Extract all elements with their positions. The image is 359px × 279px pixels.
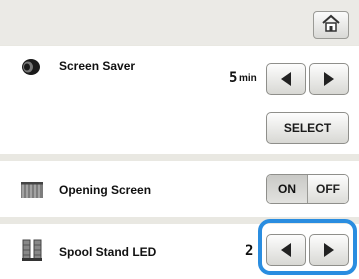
select-button[interactable]: SELECT <box>266 112 349 144</box>
spool-icon <box>22 239 42 266</box>
toggle-off-button[interactable]: OFF <box>308 175 348 203</box>
opening-screen-label: Opening Screen <box>59 183 152 197</box>
screen-saver-value: 5 <box>229 70 238 86</box>
home-icon <box>321 14 341 37</box>
opening-screen-toggle[interactable]: ON OFF <box>266 174 349 204</box>
left-arrow-icon <box>281 72 291 86</box>
settings-screen: Screen Saver 5 min SELECT Opening Screen… <box>0 0 359 279</box>
header-bar <box>0 0 359 45</box>
toggle-on-button[interactable]: ON <box>267 175 308 203</box>
curtain-icon <box>21 182 43 203</box>
eye-icon <box>21 58 41 81</box>
spool-stand-led-label: Spool Stand LED <box>59 245 157 259</box>
opening-screen-panel: Opening Screen ON OFF <box>0 161 359 217</box>
screen-saver-decrease-button[interactable] <box>266 63 306 95</box>
screen-saver-label: Screen Saver <box>59 59 136 73</box>
selection-highlight <box>258 219 357 275</box>
screen-saver-increase-button[interactable] <box>309 63 349 95</box>
right-arrow-icon <box>324 72 334 86</box>
home-button[interactable] <box>313 11 349 39</box>
screen-saver-panel: Screen Saver 5 min SELECT <box>0 46 359 154</box>
spool-stand-led-value: 2 <box>245 243 254 259</box>
screen-saver-unit: min <box>239 73 257 84</box>
